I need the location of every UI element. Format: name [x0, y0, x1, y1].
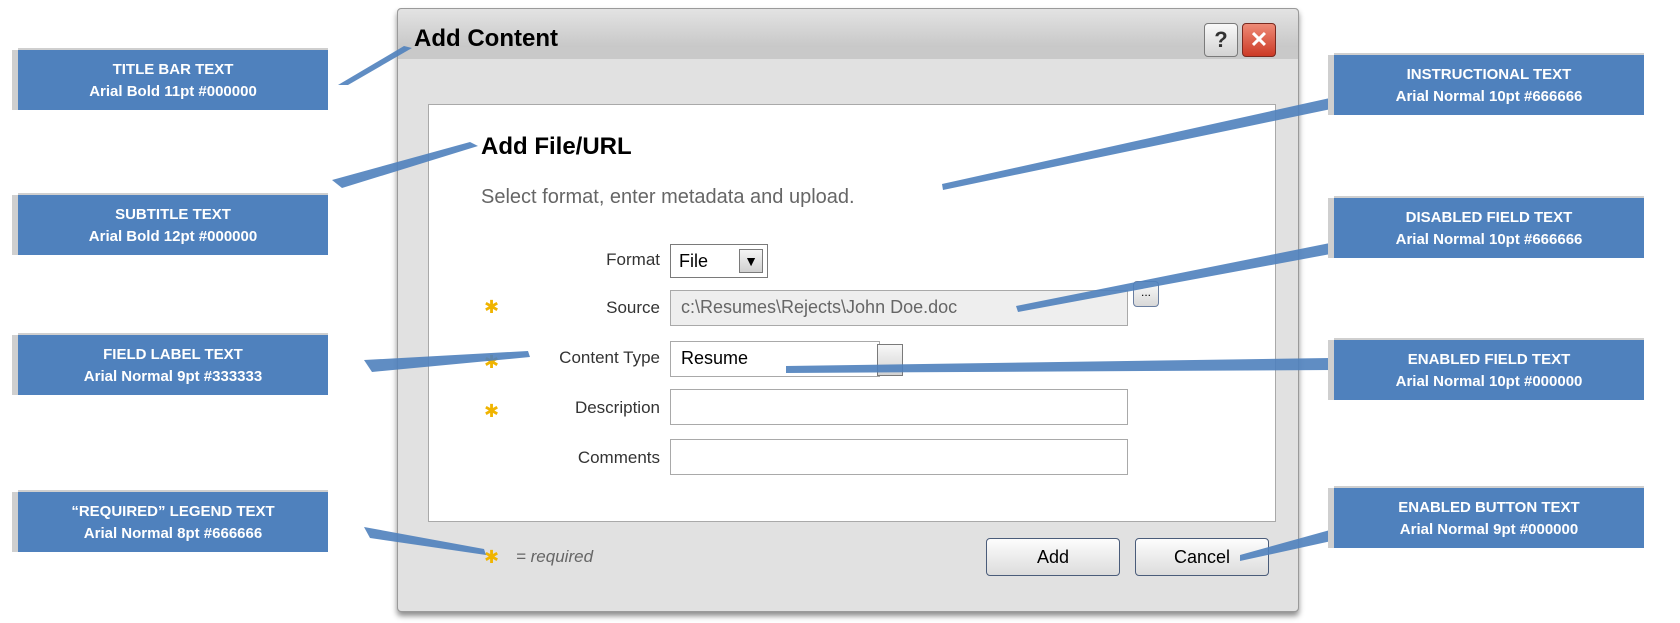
description-label: Description: [574, 398, 660, 417]
browse-button[interactable]: ...: [1133, 281, 1159, 307]
callout-spec: Arial Normal 9pt #000000: [1399, 521, 1579, 538]
callout-heading: TITLE BAR TEXT: [112, 61, 234, 78]
content-type-field[interactable]: Resume: [670, 341, 880, 377]
callout-spec: Arial Bold 12pt #000000: [88, 228, 258, 245]
callout-required-legend: “REQUIRED” LEGEND TEXT Arial Normal 8pt …: [18, 492, 328, 552]
format-select[interactable]: File ▼: [670, 244, 768, 278]
callout-field-label: FIELD LABEL TEXT Arial Normal 9pt #33333…: [18, 335, 328, 395]
required-star-icon: ✱: [484, 547, 500, 567]
close-button[interactable]: ✕: [1242, 23, 1276, 57]
description-field[interactable]: [670, 389, 1128, 425]
source-label: Source: [606, 298, 660, 317]
callout-heading: SUBTITLE TEXT: [115, 206, 231, 223]
callout-subtitle: SUBTITLE TEXT Arial Bold 12pt #000000: [18, 195, 328, 255]
callout-enabled-button: ENABLED BUTTON TEXT Arial Normal 9pt #00…: [1334, 488, 1644, 548]
callout-instructional: INSTRUCTIONAL TEXT Arial Normal 10pt #66…: [1334, 55, 1644, 115]
callout-heading: ENABLED BUTTON TEXT: [1398, 499, 1580, 516]
source-field: c:\Resumes\Rejects\John Doe.doc: [670, 290, 1128, 326]
instructional-text: Select format, enter metadata and upload…: [481, 186, 855, 208]
callout-spec: Arial Normal 10pt #666666: [1395, 88, 1583, 105]
callout-heading: FIELD LABEL TEXT: [103, 346, 243, 363]
callout-spec: Arial Normal 10pt #666666: [1395, 231, 1583, 248]
callout-heading: “REQUIRED” LEGEND TEXT: [71, 503, 275, 520]
content-type-picker-button[interactable]: [877, 344, 903, 376]
callout-spec: Arial Normal 10pt #000000: [1395, 373, 1583, 390]
callout-spec: Arial Normal 9pt #333333: [83, 368, 263, 385]
chevron-down-icon[interactable]: ▼: [739, 249, 763, 273]
format-label: Format: [606, 250, 660, 269]
callout-spec: Arial Normal 8pt #666666: [83, 525, 263, 542]
close-icon: ✕: [1249, 27, 1269, 52]
comments-label: Comments: [577, 448, 660, 467]
required-legend: = required: [516, 547, 594, 566]
comments-field[interactable]: [670, 439, 1128, 475]
add-button[interactable]: Add: [986, 538, 1120, 576]
dialog-title: Add Content: [414, 25, 558, 52]
help-button[interactable]: ?: [1204, 23, 1238, 57]
help-icon: ?: [1214, 27, 1228, 52]
format-value: File: [679, 251, 709, 271]
callout-heading: DISABLED FIELD TEXT: [1405, 209, 1573, 226]
callout-title-bar: TITLE BAR TEXT Arial Bold 11pt #000000: [18, 50, 328, 110]
callout-enabled-field: ENABLED FIELD TEXT Arial Normal 10pt #00…: [1334, 340, 1644, 400]
content-type-label: Content Type: [559, 348, 660, 367]
callout-disabled-field: DISABLED FIELD TEXT Arial Normal 10pt #6…: [1334, 198, 1644, 258]
dialog-subtitle: Add File/URL: [481, 133, 632, 160]
cancel-button[interactable]: Cancel: [1135, 538, 1269, 576]
title-bar: Add Content ? ✕: [398, 9, 1298, 57]
callout-heading: INSTRUCTIONAL TEXT: [1406, 66, 1572, 83]
callout-heading: ENABLED FIELD TEXT: [1407, 351, 1571, 368]
callout-spec: Arial Bold 11pt #000000: [89, 83, 257, 100]
